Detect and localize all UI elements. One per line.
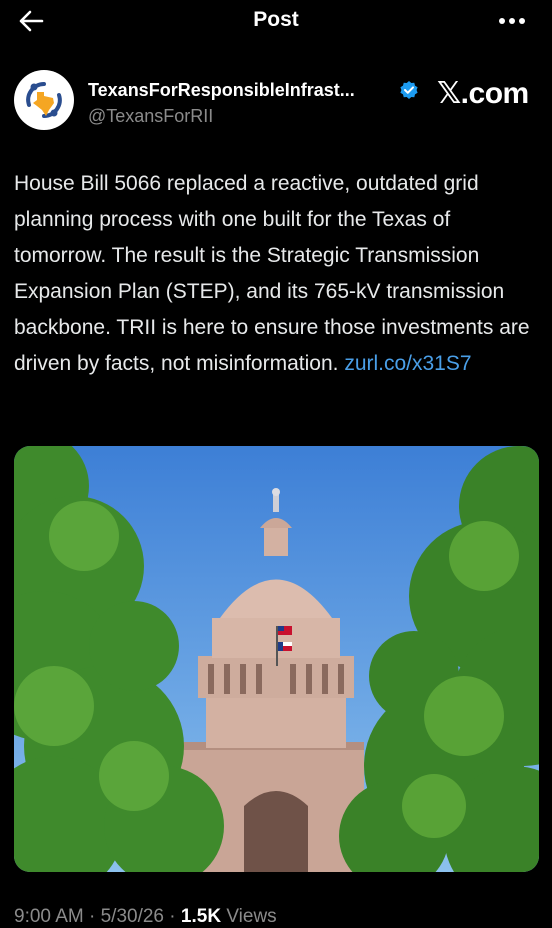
post-header: Post [0,0,552,44]
post-image[interactable] [14,446,539,872]
author-handle[interactable]: @TexansForRII [88,106,213,127]
post-meta: 9:00 AM · 5/30/26 · 1.5K Views [14,906,277,928]
more-options-button[interactable] [494,8,530,34]
views-count: 1.5K [180,906,222,927]
post-link[interactable]: zurl.co/x31S7 [344,352,471,375]
author-block: TexansForResponsibleInfrast... @TexansFo… [14,70,538,134]
views-label: Views [226,906,277,927]
capitol-photo [14,446,539,872]
meta-separator: · [169,906,176,927]
meta-separator: · [89,906,96,927]
more-horizontal-icon [499,18,525,24]
texas-logo-icon [15,71,73,129]
post-date: 5/30/26 [100,906,165,927]
page-title: Post [253,8,299,31]
avatar[interactable] [14,70,74,130]
post-time: 9:00 AM [14,906,84,927]
x-watermark: 𝕏.com [437,77,529,110]
author-display-name[interactable]: TexansForResponsibleInfrast... [88,80,355,101]
verified-badge-icon [400,81,418,99]
post-body: House Bill 5066 replaced a reactive, out… [14,166,538,382]
post-text: House Bill 5066 replaced a reactive, out… [14,172,530,375]
